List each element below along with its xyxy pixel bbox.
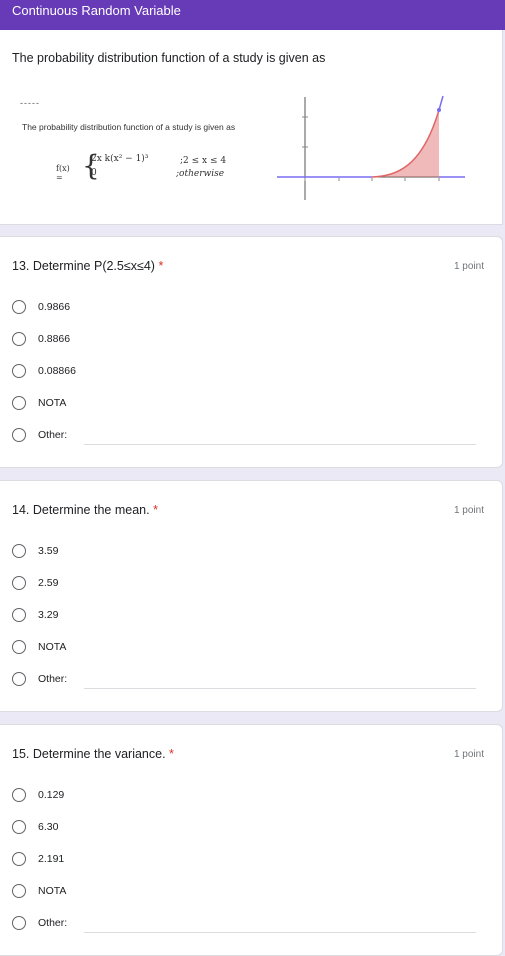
radio-circle-icon[interactable] (12, 884, 26, 898)
option-radio[interactable]: 0.129 (12, 786, 482, 806)
radio-circle-icon[interactable] (12, 788, 26, 802)
radio-circle-icon[interactable] (12, 396, 26, 410)
option-radio[interactable]: 2.59 (12, 574, 482, 594)
option-radio[interactable]: 2.191 (12, 850, 482, 870)
option-label: 0.08866 (38, 365, 76, 377)
option-label: 0.8866 (38, 333, 71, 345)
option-label: 3.29 (38, 609, 59, 621)
endpoint-marker (437, 108, 441, 112)
radio-circle-icon[interactable] (12, 672, 26, 686)
radio-circle-icon[interactable] (12, 852, 26, 866)
other-label: Other: (38, 673, 68, 685)
option-radio[interactable]: 0.08866 (12, 362, 482, 382)
option-radio[interactable]: NOTA (12, 882, 482, 902)
other-text-input[interactable] (84, 687, 476, 689)
formula-case-2: 0 (91, 168, 97, 178)
curve-extension (438, 95, 444, 111)
radio-circle-icon[interactable] (12, 608, 26, 622)
radio-circle-icon[interactable] (12, 332, 26, 346)
option-label: 6.30 (38, 821, 59, 833)
option-label: NOTA (38, 397, 67, 409)
radio-circle-icon[interactable] (12, 300, 26, 314)
question-text: 15. Determine the variance. (12, 747, 166, 761)
pdf-image: ----- The probability distribution funct… (12, 92, 482, 204)
radio-circle-icon[interactable] (12, 916, 26, 930)
option-radio[interactable]: 3.29 (12, 606, 482, 626)
other-label: Other: (38, 917, 68, 929)
option-other[interactable]: Other: (12, 670, 482, 690)
other-text-input[interactable] (84, 931, 476, 933)
option-radio[interactable]: NOTA (12, 394, 482, 414)
option-label: 0.9866 (38, 301, 71, 313)
question-card-14: 14. Determine the mean. * 1 point 3.59 2… (0, 480, 503, 712)
radio-circle-icon[interactable] (12, 576, 26, 590)
option-radio[interactable]: NOTA (12, 638, 482, 658)
formula-case-1: 2x k(x² − 1)³ (91, 154, 149, 164)
option-label: NOTA (38, 885, 67, 897)
option-label: 3.59 (38, 545, 59, 557)
radio-circle-icon[interactable] (12, 364, 26, 378)
formula-condition-1: ;2 ≤ x ≤ 4 (180, 156, 227, 166)
option-other[interactable]: Other: (12, 426, 482, 446)
option-radio[interactable]: 6.30 (12, 818, 482, 838)
option-other[interactable]: Other: (12, 914, 482, 934)
form-title-bar: Continuous Random Variable (0, 0, 505, 30)
pdf-curve-plot (277, 95, 465, 200)
question-points: 1 point (453, 261, 484, 272)
question-points: 1 point (453, 749, 484, 760)
radio-circle-icon[interactable] (12, 428, 26, 442)
option-label: 0.129 (38, 789, 65, 801)
option-label: 2.59 (38, 577, 59, 589)
image-dashes: ----- (20, 98, 40, 108)
question-card-15: 15. Determine the variance. * 1 point 0.… (0, 724, 503, 956)
formula-condition-2: ;otherwise (176, 169, 225, 179)
question-title: 14. Determine the mean. * (12, 503, 158, 517)
form-title: Continuous Random Variable (12, 3, 181, 18)
radio-circle-icon[interactable] (12, 820, 26, 834)
image-caption: The probability distribution function of… (22, 122, 236, 132)
formula-lhs: f(x) = (56, 164, 70, 182)
required-mark: * (158, 259, 164, 273)
other-text-input[interactable] (84, 443, 476, 445)
section-header-card: The probability distribution function of… (0, 30, 503, 225)
question-card-13: 13. Determine P(2.5≤x≤4) * 1 point 0.986… (0, 236, 503, 468)
question-text: 14. Determine the mean. (12, 503, 150, 517)
section-description: The probability distribution function of… (12, 51, 326, 65)
option-label: NOTA (38, 641, 67, 653)
question-points: 1 point (453, 505, 484, 516)
other-label: Other: (38, 429, 68, 441)
radio-circle-icon[interactable] (12, 640, 26, 654)
option-radio[interactable]: 3.59 (12, 542, 482, 562)
radio-circle-icon[interactable] (12, 544, 26, 558)
required-mark: * (169, 747, 174, 761)
option-radio[interactable]: 0.9866 (12, 298, 482, 318)
question-title: 15. Determine the variance. * (12, 747, 174, 761)
question-text: 13. Determine P(2.5≤x≤4) (12, 259, 155, 273)
option-radio[interactable]: 0.8866 (12, 330, 482, 350)
question-title: 13. Determine P(2.5≤x≤4) * (12, 259, 163, 273)
option-label: 2.191 (38, 853, 65, 865)
required-mark: * (153, 503, 158, 517)
